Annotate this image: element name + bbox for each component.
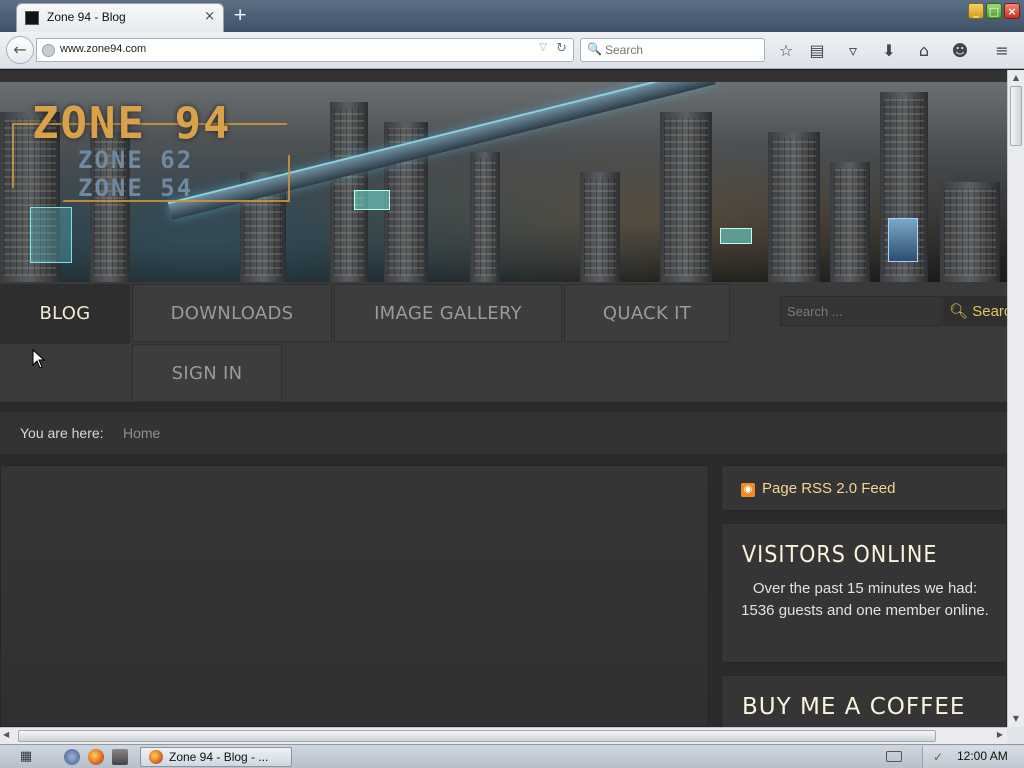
visitors-online-title: VISITORS ONLINE [742,542,938,568]
hologram-sign [30,207,72,263]
network-icon[interactable]: ✓ [933,750,947,764]
start-menu-icon[interactable]: ▦ [18,749,34,765]
city-tower [830,162,870,282]
browser-titlebar: Zone 94 - Blog × + _ □ × [0,0,1024,32]
buy-me-a-coffee-widget: BUY ME A COFFEE [721,675,1007,727]
quicklaunch-media-icon[interactable] [112,749,128,765]
search-icon: 🔍︎ [949,303,969,320]
history-dropdown-icon[interactable]: ▽ [539,42,547,53]
rss-icon[interactable]: ◉ [741,483,755,497]
site-logo[interactable]: ZONE 94 [32,98,231,149]
keyboard-layout-icon[interactable] [886,751,902,762]
menu-item-image-gallery[interactable]: IMAGE GALLERY [334,284,562,342]
menu-item-quack-it[interactable]: QUACK IT [564,284,730,342]
rss-feed-box: ◉ Page RSS 2.0 Feed [721,465,1007,511]
vertical-scroll-thumb[interactable] [1010,86,1022,146]
scroll-up-icon[interactable]: ▲ [1009,71,1023,85]
header-banner: ZONE 94 ZONE 62 ZONE 54 [0,82,1007,282]
buy-me-a-coffee-title: BUY ME A COFFEE [742,694,966,720]
scroll-left-icon[interactable]: ◀ [3,730,9,739]
site-favicon-icon [25,11,39,25]
taskbar-window-label: Zone 94 - Blog - ... [169,750,269,764]
back-button[interactable]: ← [6,36,34,64]
browser-search-box[interactable]: 🔍 [580,38,765,62]
visitors-online-text: Over the past 15 minutes we had: 1536 gu… [741,580,989,619]
browser-search-input[interactable] [605,43,755,57]
reload-icon[interactable]: ↻ [556,41,567,56]
breadcrumb-label: You are here: [20,425,104,441]
tab-close-icon[interactable]: × [204,9,215,24]
browser-navbar: ← www.zone94.com ▽ ↻ 🔍 ☆ ▤ ▿ ⬇ ⌂ ☻ ≡ [0,32,1024,69]
menu-divider [0,402,1007,412]
site-search-input[interactable] [780,296,942,326]
breadcrumb: You are here: Home [0,412,1007,454]
visitors-online-widget: VISITORS ONLINE Over the past 15 minutes… [721,523,1007,663]
quicklaunch-firefox-icon[interactable] [88,749,104,765]
bookmark-star-icon[interactable]: ☆ [775,40,797,62]
site-search-button[interactable]: 🔍︎ Search [943,296,1007,326]
globe-icon [42,44,55,57]
new-tab-button[interactable]: + [233,5,247,25]
taskbar-clock[interactable]: 12:00 AM [957,749,1008,763]
city-tower [470,152,500,282]
browser-tab[interactable]: Zone 94 - Blog × [16,3,224,32]
menu-item-downloads[interactable]: DOWNLOADS [132,284,332,342]
maximize-button[interactable]: □ [986,3,1002,19]
menu-item-blog[interactable]: BLOG [0,284,130,344]
download-icon[interactable]: ⬇ [878,40,900,62]
city-tower [940,182,1000,282]
menu-icon[interactable]: ≡ [991,40,1013,62]
reading-list-icon[interactable]: ▤ [806,40,828,62]
scroll-right-icon[interactable]: ▶ [997,730,1003,739]
mouse-cursor-icon [32,349,46,369]
main-content-panel [0,465,709,727]
logo-subtitle: ZONE 62 [78,146,194,174]
horizontal-scrollbar[interactable]: ◀ ▶ [0,727,1007,744]
address-bar[interactable]: www.zone94.com ▽ ↻ [36,38,574,62]
firefox-icon [149,750,163,764]
quicklaunch-browser-icon[interactable] [64,749,80,765]
banner-top-strip [0,70,1007,82]
minimize-button[interactable]: _ [968,3,984,19]
page-viewport: ZONE 94 ZONE 62 ZONE 54 BLOG DOWNLOADS I… [0,70,1007,727]
chat-icon[interactable]: ☻ [949,40,971,62]
taskbar-window-button[interactable]: Zone 94 - Blog - ... [140,747,292,767]
city-tower [768,132,820,282]
menu-item-sign-in[interactable]: SIGN IN [132,344,282,402]
city-tower [660,112,712,282]
hologram-sign [720,228,752,244]
pocket-icon[interactable]: ▿ [842,40,864,62]
tab-title: Zone 94 - Blog [47,10,126,24]
window-close-button[interactable]: × [1004,3,1020,19]
scroll-corner [1007,727,1024,744]
vertical-scrollbar[interactable]: ▲ ▼ [1007,70,1024,727]
city-tower [580,172,620,282]
breadcrumb-home: Home [123,425,161,441]
hologram-sign [354,190,390,210]
horizontal-scroll-thumb[interactable] [18,730,936,742]
billboard-screen [888,218,918,262]
rss-feed-link[interactable]: Page RSS 2.0 Feed [762,480,895,497]
scroll-down-icon[interactable]: ▼ [1009,712,1023,726]
system-tray: ✓ 12:00 AM [922,746,1024,768]
search-engine-icon[interactable]: 🔍 [587,42,602,56]
site-search-button-label: Search [972,303,1007,320]
os-taskbar: ▦ Zone 94 - Blog - ... ✓ 12:00 AM [0,744,1024,768]
url-text[interactable]: www.zone94.com [60,43,146,55]
home-icon[interactable]: ⌂ [913,40,935,62]
logo-subtitle: ZONE 54 [78,174,194,202]
